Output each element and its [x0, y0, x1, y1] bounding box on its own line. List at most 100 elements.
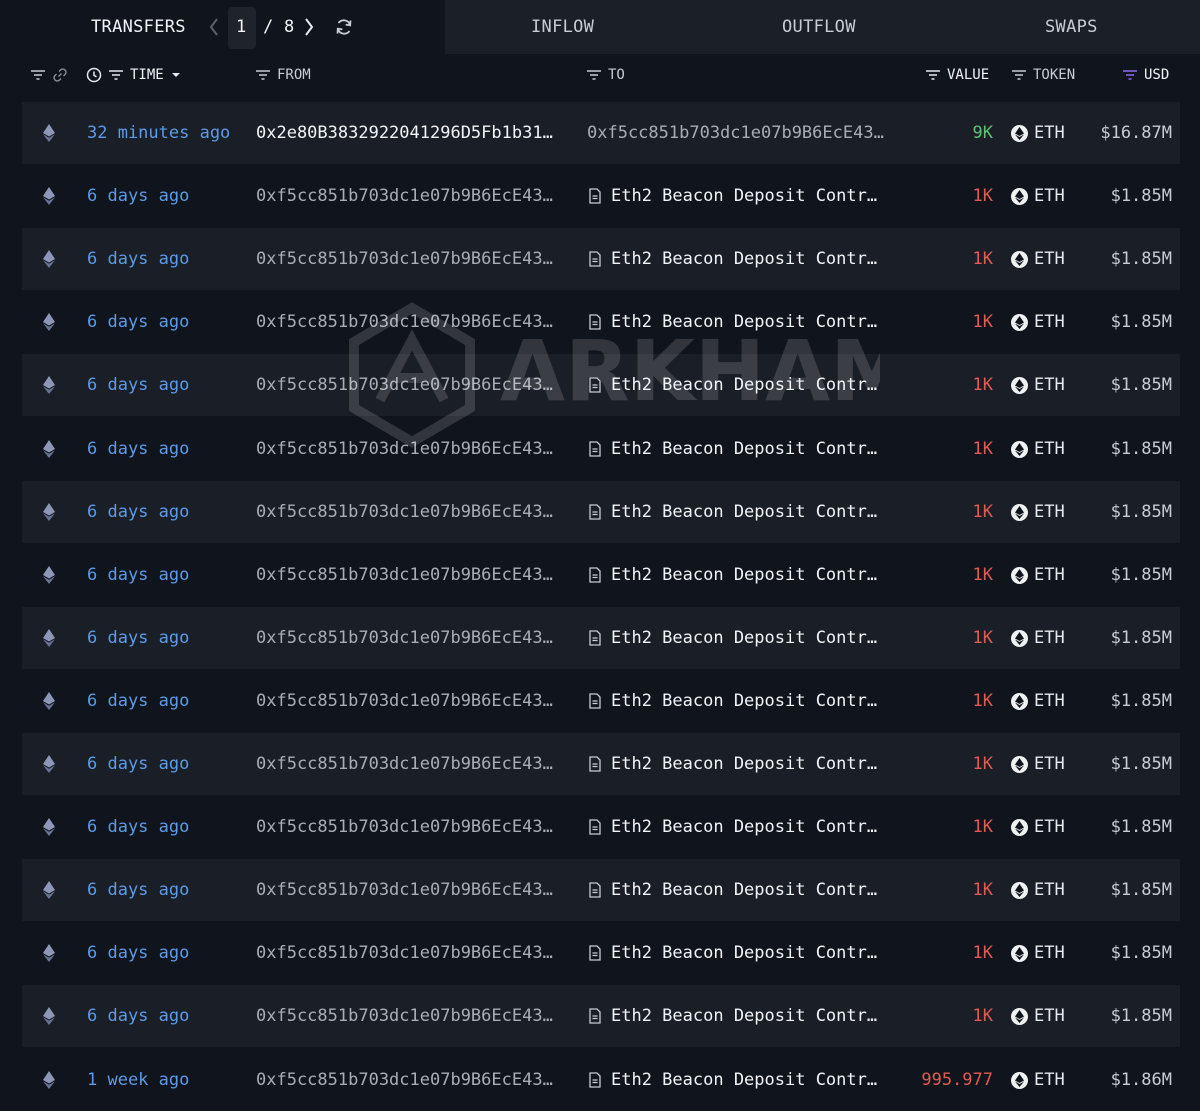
transfers-tab[interactable]: TRANSFERS 1 / 8	[0, 0, 445, 56]
time-link[interactable]: 6 days ago	[87, 733, 189, 795]
to-address[interactable]: Eth2 Beacon Deposit Contr…	[611, 985, 877, 1047]
from-address[interactable]: 0xf5cc851b703dc1e07b9B6EcE43…	[256, 1049, 553, 1111]
table-row[interactable]: 6 days ago 0xf5cc851b703dc1e07b9B6EcE43……	[22, 859, 1180, 921]
token-cell[interactable]: ETH	[1011, 1049, 1065, 1111]
to-address[interactable]: Eth2 Beacon Deposit Contr…	[611, 544, 877, 606]
from-address[interactable]: 0xf5cc851b703dc1e07b9B6EcE43…	[256, 418, 553, 480]
filter-icon[interactable]	[586, 69, 602, 81]
from-address[interactable]: 0xf5cc851b703dc1e07b9B6EcE43…	[256, 607, 553, 669]
table-row[interactable]: 6 days ago 0xf5cc851b703dc1e07b9B6EcE43……	[22, 670, 1180, 732]
token-cell[interactable]: ETH	[1011, 228, 1065, 290]
header-to[interactable]: TO	[586, 67, 625, 83]
time-link[interactable]: 1 week ago	[87, 1049, 189, 1111]
time-link[interactable]: 6 days ago	[87, 354, 189, 416]
time-link[interactable]: 6 days ago	[87, 165, 189, 227]
token-cell[interactable]: ETH	[1011, 733, 1065, 795]
to-address[interactable]: Eth2 Beacon Deposit Contr…	[611, 1049, 877, 1111]
from-address[interactable]: 0xf5cc851b703dc1e07b9B6EcE43…	[256, 291, 553, 353]
tab-outflow[interactable]: OUTFLOW	[782, 17, 856, 37]
from-address[interactable]: 0xf5cc851b703dc1e07b9B6EcE43…	[256, 733, 553, 795]
tab-inflow[interactable]: INFLOW	[531, 17, 594, 37]
header-from[interactable]: FROM	[255, 67, 311, 83]
time-link[interactable]: 32 minutes ago	[87, 102, 230, 164]
chevron-right-icon[interactable]	[302, 14, 316, 40]
sort-down-icon[interactable]	[170, 70, 182, 80]
time-link[interactable]: 6 days ago	[87, 228, 189, 290]
to-address[interactable]: Eth2 Beacon Deposit Contr…	[611, 418, 877, 480]
token-cell[interactable]: ETH	[1011, 859, 1065, 921]
filter-icon[interactable]	[1122, 69, 1138, 81]
filter-icon[interactable]	[1011, 69, 1027, 81]
from-address[interactable]: 0xf5cc851b703dc1e07b9B6EcE43…	[256, 481, 553, 543]
token-cell[interactable]: ETH	[1011, 796, 1065, 858]
token-cell[interactable]: ETH	[1011, 670, 1065, 732]
from-address[interactable]: 0xf5cc851b703dc1e07b9B6EcE43…	[256, 859, 553, 921]
header-token[interactable]: TOKEN	[1011, 67, 1075, 83]
table-row[interactable]: 6 days ago 0xf5cc851b703dc1e07b9B6EcE43……	[22, 985, 1180, 1047]
header-usd[interactable]: USD	[1122, 67, 1169, 83]
from-address[interactable]: 0xf5cc851b703dc1e07b9B6EcE43…	[256, 165, 553, 227]
to-address[interactable]: Eth2 Beacon Deposit Contr…	[611, 922, 877, 984]
table-row[interactable]: 6 days ago 0xf5cc851b703dc1e07b9B6EcE43……	[22, 922, 1180, 984]
time-link[interactable]: 6 days ago	[87, 796, 189, 858]
token-cell[interactable]: ETH	[1011, 922, 1065, 984]
to-address[interactable]: Eth2 Beacon Deposit Contr…	[611, 228, 877, 290]
time-link[interactable]: 6 days ago	[87, 985, 189, 1047]
token-cell[interactable]: ETH	[1011, 102, 1065, 164]
header-value[interactable]: VALUE	[925, 67, 989, 83]
table-row[interactable]: 6 days ago 0xf5cc851b703dc1e07b9B6EcE43……	[22, 291, 1180, 353]
filter-icon[interactable]	[108, 69, 124, 81]
table-row[interactable]: 6 days ago 0xf5cc851b703dc1e07b9B6EcE43……	[22, 607, 1180, 669]
tab-swaps[interactable]: SWAPS	[1045, 17, 1098, 37]
time-link[interactable]: 6 days ago	[87, 922, 189, 984]
chevron-left-icon[interactable]	[207, 14, 221, 40]
refresh-icon[interactable]	[334, 17, 354, 37]
table-row[interactable]: 6 days ago 0xf5cc851b703dc1e07b9B6EcE43……	[22, 354, 1180, 416]
to-address[interactable]: 0xf5cc851b703dc1e07b9B6EcE43…	[587, 102, 884, 164]
time-link[interactable]: 6 days ago	[87, 670, 189, 732]
to-address[interactable]: Eth2 Beacon Deposit Contr…	[611, 796, 877, 858]
token-cell[interactable]: ETH	[1011, 418, 1065, 480]
table-row[interactable]: 32 minutes ago 0x2e80B3832922041296D5Fb1…	[22, 102, 1180, 164]
from-address[interactable]: 0x2e80B3832922041296D5Fb1b31…	[256, 102, 553, 164]
table-row[interactable]: 6 days ago 0xf5cc851b703dc1e07b9B6EcE43……	[22, 796, 1180, 858]
to-address[interactable]: Eth2 Beacon Deposit Contr…	[611, 291, 877, 353]
table-row[interactable]: 6 days ago 0xf5cc851b703dc1e07b9B6EcE43……	[22, 165, 1180, 227]
time-link[interactable]: 6 days ago	[87, 859, 189, 921]
from-address[interactable]: 0xf5cc851b703dc1e07b9B6EcE43…	[256, 228, 553, 290]
from-address[interactable]: 0xf5cc851b703dc1e07b9B6EcE43…	[256, 922, 553, 984]
table-row[interactable]: 6 days ago 0xf5cc851b703dc1e07b9B6EcE43……	[22, 733, 1180, 795]
from-address[interactable]: 0xf5cc851b703dc1e07b9B6EcE43…	[256, 985, 553, 1047]
to-address[interactable]: Eth2 Beacon Deposit Contr…	[611, 670, 877, 732]
from-address[interactable]: 0xf5cc851b703dc1e07b9B6EcE43…	[256, 796, 553, 858]
to-address[interactable]: Eth2 Beacon Deposit Contr…	[611, 481, 877, 543]
filter-icon[interactable]	[925, 69, 941, 81]
token-cell[interactable]: ETH	[1011, 165, 1065, 227]
table-row[interactable]: 6 days ago 0xf5cc851b703dc1e07b9B6EcE43……	[22, 481, 1180, 543]
table-row[interactable]: 6 days ago 0xf5cc851b703dc1e07b9B6EcE43……	[22, 544, 1180, 606]
to-address[interactable]: Eth2 Beacon Deposit Contr…	[611, 165, 877, 227]
to-address[interactable]: Eth2 Beacon Deposit Contr…	[611, 607, 877, 669]
filter-icon[interactable]	[30, 69, 46, 81]
table-row[interactable]: 6 days ago 0xf5cc851b703dc1e07b9B6EcE43……	[22, 418, 1180, 480]
token-cell[interactable]: ETH	[1011, 354, 1065, 416]
token-cell[interactable]: ETH	[1011, 607, 1065, 669]
token-cell[interactable]: ETH	[1011, 544, 1065, 606]
token-cell[interactable]: ETH	[1011, 291, 1065, 353]
to-address[interactable]: Eth2 Beacon Deposit Contr…	[611, 859, 877, 921]
token-cell[interactable]: ETH	[1011, 985, 1065, 1047]
token-cell[interactable]: ETH	[1011, 481, 1065, 543]
page-current-box[interactable]: 1	[228, 7, 256, 49]
filter-icon[interactable]	[255, 69, 271, 81]
table-row[interactable]: 1 week ago 0xf5cc851b703dc1e07b9B6EcE43……	[22, 1049, 1180, 1111]
link-icon[interactable]	[52, 67, 68, 83]
time-link[interactable]: 6 days ago	[87, 418, 189, 480]
from-address[interactable]: 0xf5cc851b703dc1e07b9B6EcE43…	[256, 354, 553, 416]
to-address[interactable]: Eth2 Beacon Deposit Contr…	[611, 733, 877, 795]
header-time[interactable]: TIME	[86, 67, 182, 83]
time-link[interactable]: 6 days ago	[87, 291, 189, 353]
table-row[interactable]: 6 days ago 0xf5cc851b703dc1e07b9B6EcE43……	[22, 228, 1180, 290]
from-address[interactable]: 0xf5cc851b703dc1e07b9B6EcE43…	[256, 670, 553, 732]
time-link[interactable]: 6 days ago	[87, 481, 189, 543]
from-address[interactable]: 0xf5cc851b703dc1e07b9B6EcE43…	[256, 544, 553, 606]
